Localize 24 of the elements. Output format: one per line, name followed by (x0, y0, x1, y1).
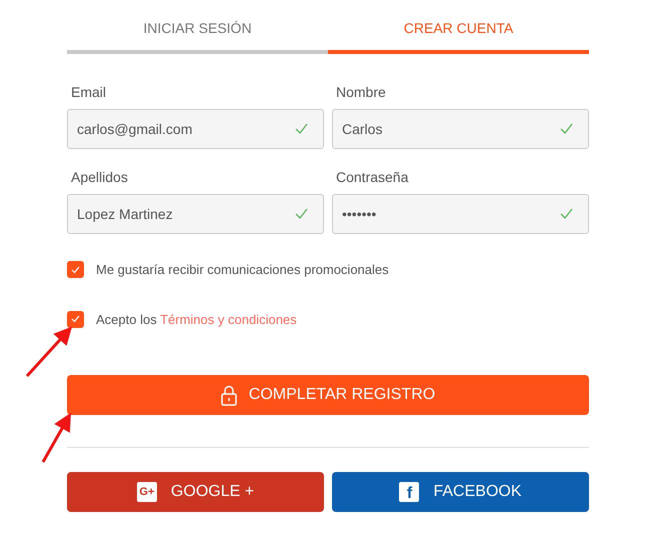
lock-icon (220, 384, 237, 406)
social-login-button[interactable]: G+ GOOGLE + (67, 472, 324, 512)
tab[interactable]: INICIAR SESIÓN (67, 0, 328, 54)
checkbox-label: Me gustaría recibir comunicaciones promocionales (96, 261, 389, 279)
checkbox[interactable] (67, 261, 84, 278)
input-field[interactable]: Carlos (332, 109, 589, 149)
check-icon (71, 266, 80, 274)
arrow-annotation (42, 412, 71, 463)
checkbox-label: Acepto los Términos y condiciones (96, 310, 297, 329)
tab[interactable]: CREAR CUENTA (328, 0, 589, 54)
field-label: Contraseña (336, 168, 408, 187)
field-label: Nombre (336, 83, 386, 102)
input-field[interactable]: carlos@gmail.com (67, 109, 324, 149)
submit-button[interactable]: COMPLETAR REGISTRO (67, 375, 589, 415)
arrow-annotation (26, 326, 72, 377)
checkbox[interactable] (67, 310, 84, 328)
field-label: Apellidos (71, 168, 128, 187)
social-login-button[interactable]: f FACEBOOK (332, 472, 589, 512)
google-plus-icon: G+ (136, 482, 157, 502)
facebook-icon: f (399, 482, 420, 502)
input-field[interactable]: ••••••• (332, 194, 589, 234)
field-label: Email (71, 83, 106, 102)
check-icon (71, 315, 80, 324)
input-field[interactable]: Lopez Martinez (67, 194, 324, 234)
